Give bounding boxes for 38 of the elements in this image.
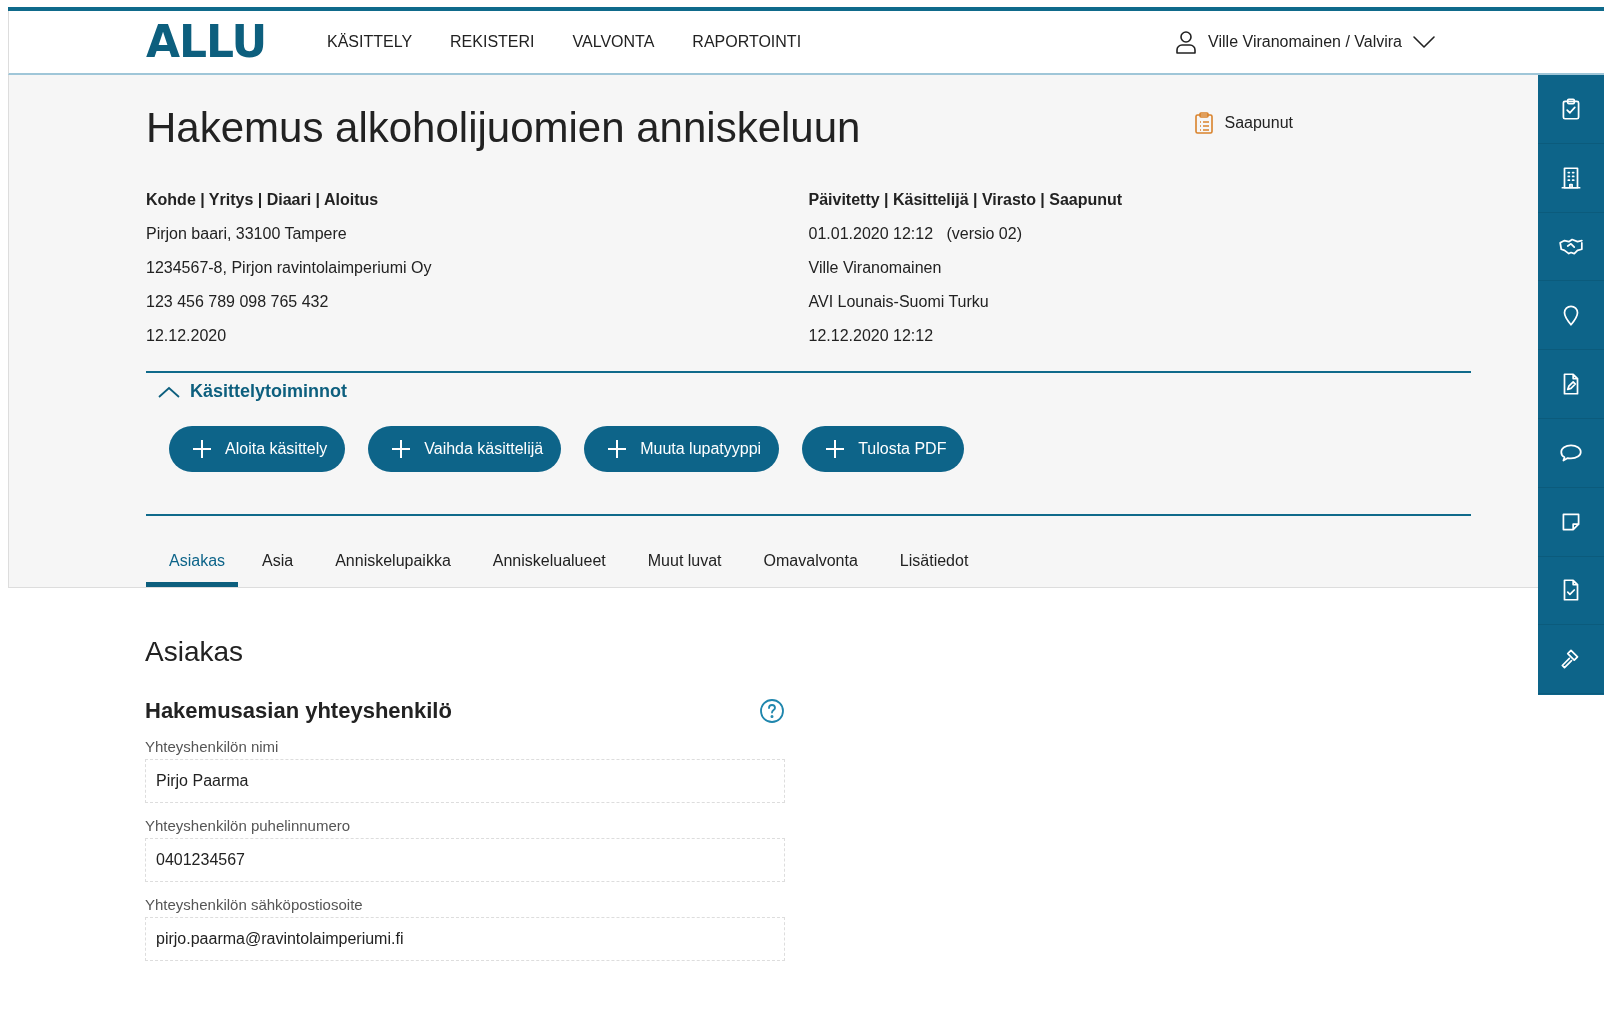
- user-name[interactable]: Ville Viranomainen / Valvira: [1208, 33, 1402, 51]
- section-toggle[interactable]: Käsittelytoiminnot: [190, 381, 347, 403]
- tab[interactable]: Muut luvat: [629, 538, 740, 588]
- nav-link[interactable]: REKISTERI: [431, 33, 554, 51]
- meta-heading: Kohde | Yritys | Diaari | Aloitus: [146, 190, 380, 211]
- meta-value: Pirjon baari, 33100 Tampere: [146, 224, 348, 245]
- logo: ALLU: [146, 20, 268, 64]
- page-title: Hakemus alkoholijuomien anniskeluun: [146, 103, 862, 153]
- meta-value: 12.12.2020 12:12: [808, 326, 935, 347]
- action-button[interactable]: Tulosta PDF: [802, 426, 965, 473]
- meta-value: 123 456 789 098 765 432: [146, 292, 330, 313]
- input-field[interactable]: pirjo.paarma@ravintolaimperiumi.fi: [145, 917, 785, 962]
- tab[interactable]: Asia: [244, 538, 312, 588]
- input-field[interactable]: 0401234567: [145, 838, 785, 883]
- status-label: Saapunut: [1224, 114, 1293, 132]
- field-label: Yhteyshenkilön nimi: [145, 738, 280, 756]
- meta-value: 1234567-8, Pirjon ravintolaimperiumi Oy: [146, 258, 433, 279]
- subsection-title: Hakemusasian yhteyshenkilö: [145, 698, 452, 725]
- nav-link[interactable]: RAPORTOINTI: [673, 33, 821, 51]
- nav-link[interactable]: VALVONTA: [553, 33, 674, 51]
- tab[interactable]: Anniskelupaikka: [317, 538, 469, 588]
- nav-link[interactable]: KÄSITTELY: [308, 33, 432, 51]
- action-button[interactable]: Muuta lupatyyppi: [584, 426, 780, 473]
- tab[interactable]: Lisätiedot: [881, 538, 987, 588]
- input-field[interactable]: Pirjo Paarma: [145, 759, 785, 804]
- field-label: Yhteyshenkilön sähköpostiosoite: [145, 896, 364, 914]
- meta-value: 01.01.2020 12:12 (versio 02): [808, 224, 1023, 245]
- tab[interactable]: Omavalvonta: [745, 538, 876, 588]
- meta-value: 12.12.2020: [146, 326, 228, 347]
- action-button[interactable]: Aloita käsittely: [169, 426, 346, 473]
- section-title: Asiakas: [145, 636, 245, 669]
- meta-value: AVI Lounais-Suomi Turku: [808, 292, 990, 313]
- tab[interactable]: Asiakas: [146, 538, 239, 588]
- meta-heading: Päivitetty | Käsittelijä | Virasto | Saapunut: [808, 190, 1124, 211]
- tab[interactable]: Anniskelualueet: [474, 538, 624, 588]
- action-button[interactable]: Vaihda käsittelijä: [368, 426, 562, 473]
- meta-value: Ville Viranomainen: [808, 258, 943, 279]
- field-label: Yhteyshenkilön puhelinnumero: [145, 817, 352, 835]
